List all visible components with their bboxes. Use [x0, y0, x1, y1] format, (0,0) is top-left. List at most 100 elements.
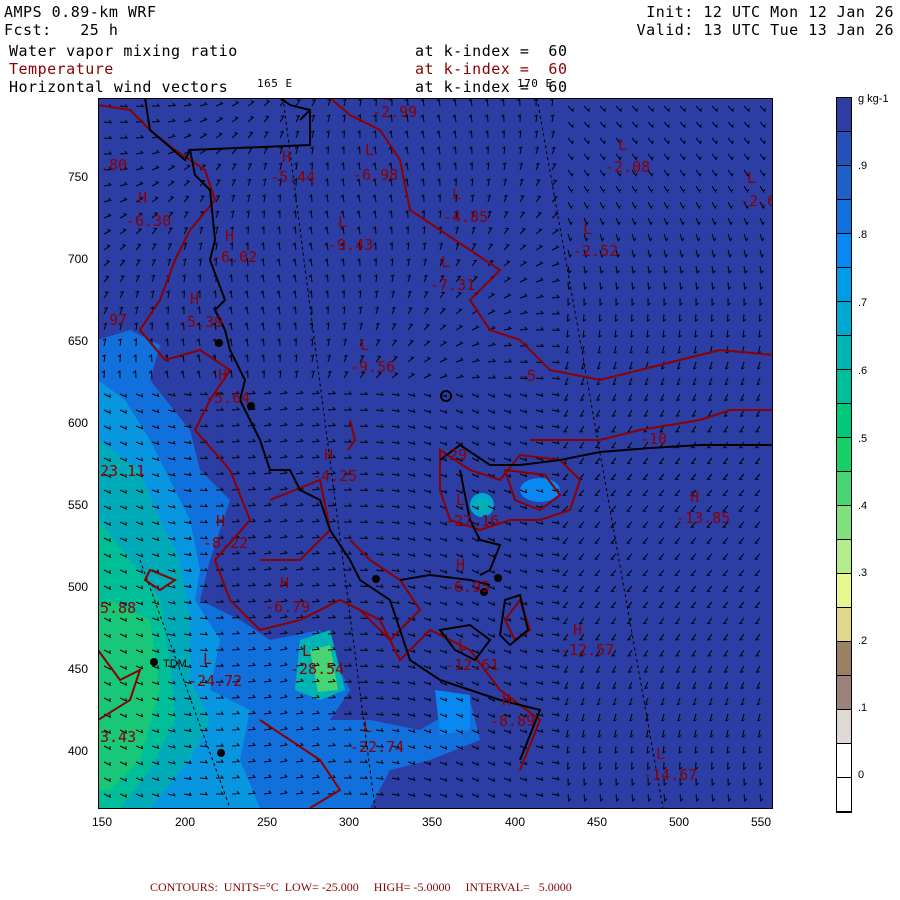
colorbar-bin	[837, 132, 851, 166]
extremum-value: -13.85	[676, 509, 730, 527]
extremum-type: H	[280, 574, 289, 592]
y-tick: 450	[68, 662, 89, 676]
colorbar-label: 0	[858, 769, 865, 781]
extremum-value: -24.72	[188, 672, 242, 690]
colorbar	[836, 97, 852, 813]
extremum-value: -4.25	[312, 467, 357, 485]
meridian-label-165e: 165 E	[257, 77, 293, 90]
extremum-type: H	[218, 366, 227, 384]
contour-info-footer: CONTOURS: UNITS=°C LOW= -25.000 HIGH= -5…	[150, 880, 572, 894]
model-title: AMPS 0.89-km WRF	[4, 3, 157, 21]
extremum-value: -4.85	[443, 208, 488, 226]
extremum-value: -14.67	[643, 766, 697, 784]
colorbar-bin	[837, 778, 851, 812]
extremum-type: H	[324, 446, 333, 464]
extremum-type: L	[302, 642, 311, 660]
field-level-temperature: at k-index = 60	[415, 60, 568, 78]
extremum-value: -5.64	[205, 389, 250, 407]
colorbar-label: .3	[858, 567, 868, 579]
colorbar-bin	[837, 676, 851, 710]
colorbar-bin	[837, 608, 851, 642]
colorbar-label: .1	[858, 702, 868, 714]
field-name-temperature: Temperature	[9, 60, 114, 78]
station-marker-tdm	[150, 658, 158, 666]
field-name-wind: Horizontal wind vectors	[9, 78, 229, 96]
extremum-value: -6.95	[445, 578, 490, 596]
colorbar-bin	[837, 200, 851, 234]
colorbar-bin	[837, 642, 851, 676]
init-time: Init: 12 UTC Mon 12 Jan 26	[646, 3, 894, 21]
colorbar-label: .6	[858, 365, 868, 377]
y-tick: 650	[68, 334, 89, 348]
extremum-type: L	[747, 169, 756, 187]
extremum-type: L	[583, 220, 592, 238]
colorbar-bin	[837, 302, 851, 336]
edge-label: -29	[440, 446, 467, 464]
colorbar-bin	[837, 234, 851, 268]
extremum-value: -2.6	[740, 192, 773, 210]
forecast-hour: Fcst: 25 h	[4, 21, 119, 39]
extremum-value: -6.79	[265, 598, 310, 616]
colorbar-bin	[837, 744, 851, 778]
extremum-type: L	[618, 136, 627, 154]
edge-label: .97	[100, 311, 127, 329]
y-tick: 500	[68, 580, 89, 594]
field-name-mixing-ratio: Water vapor mixing ratio	[9, 42, 238, 60]
extremum-type: H	[138, 189, 147, 207]
extremum-value: -2.08	[605, 158, 650, 176]
extremum-value: -27.16	[445, 512, 499, 530]
x-tick: 400	[505, 815, 526, 829]
y-tick: 600	[68, 416, 89, 430]
extremum-value: -12.61	[445, 656, 499, 674]
colorbar-bin	[837, 404, 851, 438]
extremum-type: H	[502, 691, 511, 709]
extremum-type: L	[365, 141, 374, 159]
extremum-type: L	[363, 718, 372, 736]
colorbar-label: .5	[858, 433, 868, 445]
x-tick: 350	[422, 815, 443, 829]
contour-label: -10	[640, 430, 667, 448]
extremum-value: -12.57	[560, 641, 614, 659]
x-tick: 550	[751, 815, 772, 829]
colorbar-label: .9	[858, 160, 868, 172]
station-marker	[372, 575, 380, 583]
x-tick: 150	[92, 815, 113, 829]
extremum-type: H	[190, 290, 199, 308]
extremum-type: L	[203, 650, 212, 668]
x-tick: 200	[175, 815, 196, 829]
y-tick: 750	[68, 170, 89, 184]
edge-label: 23.11	[100, 462, 145, 480]
colorbar-label: .8	[858, 229, 868, 241]
edge-label: 3.43	[100, 728, 136, 746]
extremum-type: H	[225, 227, 234, 245]
extremum-type: H	[690, 488, 699, 506]
extremum-value: -9.43	[328, 236, 373, 254]
extremum-type: L	[338, 213, 347, 231]
extremum-value: -2.99	[372, 103, 417, 121]
colorbar-bin	[837, 336, 851, 370]
colorbar-bin	[837, 574, 851, 608]
y-tick: 550	[68, 498, 89, 512]
station-label-tdm: TDM	[163, 658, 187, 670]
extremum-type: L	[360, 336, 369, 354]
colorbar-units: g kg-1	[858, 93, 889, 105]
extremum-value: -6.98	[353, 166, 398, 184]
edge-label: .80	[100, 156, 127, 174]
x-tick: 500	[669, 815, 690, 829]
colorbar-bin	[837, 268, 851, 302]
extremum-type: H	[282, 148, 291, 166]
colorbar-bin	[837, 438, 851, 472]
extremum-value: -8.89	[490, 712, 535, 730]
extremum-value: -22.74	[350, 738, 404, 756]
station-marker	[494, 574, 502, 582]
extremum-type: L	[452, 185, 461, 203]
station-marker	[215, 339, 223, 347]
contour-label: -5	[518, 367, 536, 385]
colorbar-bin	[837, 370, 851, 404]
extremum-type: H	[216, 512, 225, 530]
extremum-value: -6.02	[212, 248, 257, 266]
extremum-value: -9.56	[350, 358, 395, 376]
extremum-type: L	[656, 745, 665, 763]
extremum-type: H	[456, 556, 465, 574]
field-level-mixing-ratio: at k-index = 60	[415, 42, 568, 60]
